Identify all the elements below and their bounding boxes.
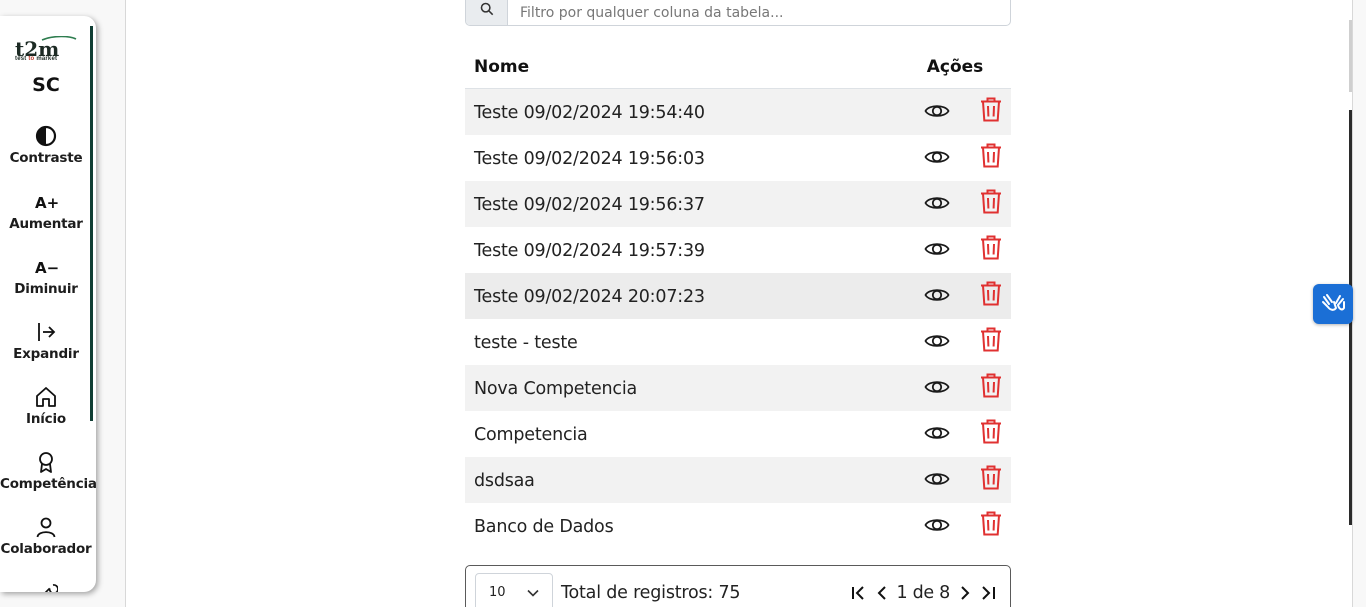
trash-icon[interactable] xyxy=(978,510,1004,537)
sign-language-button[interactable] xyxy=(1313,284,1353,324)
sidebar-item-diminuir[interactable]: A− Diminuir xyxy=(0,255,92,297)
logo-tagline: test to market xyxy=(15,56,58,62)
search-input[interactable] xyxy=(508,0,1010,25)
sidebar-item-label: Diminuir xyxy=(14,281,78,297)
sidebar-item-aumentar[interactable]: A+ Aumentar xyxy=(0,190,92,232)
chevron-down-icon xyxy=(527,589,539,597)
prev-page-icon[interactable] xyxy=(872,583,892,603)
award-icon xyxy=(39,452,53,473)
sidebar-item-inicio[interactable]: Início xyxy=(0,385,92,427)
svg-text:A−: A− xyxy=(35,259,58,277)
font-increase-icon: A+ xyxy=(35,194,58,212)
sidebar-item-label: Início xyxy=(26,411,66,427)
table-row: Teste 09/02/2024 20:07:23 xyxy=(465,273,1011,319)
trash-icon[interactable] xyxy=(978,326,1004,353)
sidebar-item-competencia[interactable]: Competência xyxy=(0,450,96,492)
user-initials: SC xyxy=(32,74,60,96)
search-icon xyxy=(480,2,493,16)
table-row: Teste 09/02/2024 19:56:37 xyxy=(465,181,1011,227)
view-icon[interactable] xyxy=(924,466,950,492)
view-icon[interactable] xyxy=(924,144,950,170)
view-icon[interactable] xyxy=(924,190,950,216)
view-icon[interactable] xyxy=(924,98,950,124)
table-row: Competencia xyxy=(465,411,1011,457)
scrollbar-track xyxy=(1349,20,1352,92)
trash-icon[interactable] xyxy=(978,280,1004,307)
sidebar-item-colaborador[interactable]: Colaborador xyxy=(0,515,92,557)
search-button[interactable] xyxy=(466,0,508,25)
sidebar-item-label: Aumentar xyxy=(9,216,83,232)
view-icon[interactable] xyxy=(924,282,950,308)
table-row: Teste 09/02/2024 19:57:39 xyxy=(465,227,1011,273)
expand-icon xyxy=(38,323,56,341)
hands-icon xyxy=(1322,294,1345,311)
sidebar-item-label: Contraste xyxy=(9,150,83,166)
table-filter xyxy=(465,0,1011,26)
competency-table: Nome Ações Teste 09/02/2024 19:54:40 Tes… xyxy=(465,46,1011,549)
view-icon[interactable] xyxy=(924,374,950,400)
page-navigation: 1 de 8 xyxy=(849,583,998,603)
sidebar-item-label: Expandir xyxy=(13,346,79,362)
trash-icon[interactable] xyxy=(978,464,1004,491)
view-icon[interactable] xyxy=(924,236,950,262)
home-icon xyxy=(36,387,56,407)
trash-icon[interactable] xyxy=(978,96,1004,123)
trash-icon[interactable] xyxy=(978,418,1004,445)
table-header: Nome Ações xyxy=(465,46,1011,89)
next-page-icon[interactable] xyxy=(955,583,975,603)
table-body: Teste 09/02/2024 19:54:40 Teste 09/02/20… xyxy=(465,89,1011,549)
tool-icon[interactable] xyxy=(38,580,58,592)
sidebar: t2m test to market SC Contraste A+ Aumen… xyxy=(0,16,96,592)
table-row: teste - teste xyxy=(465,319,1011,365)
sidebar-item-expandir[interactable]: Expandir xyxy=(0,320,92,362)
font-decrease-icon: A− xyxy=(35,259,58,277)
column-header-nome: Nome xyxy=(474,57,530,77)
trash-icon[interactable] xyxy=(978,142,1004,169)
trash-icon[interactable] xyxy=(978,372,1004,399)
user-icon xyxy=(36,517,56,538)
pagination: 10 Total de registros: 75 1 de 8 xyxy=(465,565,1011,607)
view-icon[interactable] xyxy=(924,512,950,538)
view-icon[interactable] xyxy=(924,420,950,446)
contrast-icon xyxy=(35,125,57,147)
first-page-icon[interactable] xyxy=(849,583,869,603)
table-row: Teste 09/02/2024 19:54:40 xyxy=(465,89,1011,135)
page-size-value: 10 xyxy=(489,584,506,600)
last-page-icon[interactable] xyxy=(978,583,998,603)
sidebar-item-contraste[interactable]: Contraste xyxy=(0,124,92,166)
table-row: dsdsaa xyxy=(465,457,1011,503)
page-size-select[interactable]: 10 xyxy=(475,573,553,607)
page-info: 1 de 8 xyxy=(896,583,951,603)
sidebar-item-label: Colaborador xyxy=(0,541,92,557)
view-icon[interactable] xyxy=(924,328,950,354)
svg-text:A+: A+ xyxy=(35,194,58,212)
total-records: Total de registros: 75 xyxy=(561,583,741,603)
trash-icon[interactable] xyxy=(978,234,1004,261)
sidebar-item-label: Competência xyxy=(0,476,96,492)
column-header-acoes: Ações xyxy=(926,57,984,77)
table-row: Teste 09/02/2024 19:56:03 xyxy=(465,135,1011,181)
table-row: Banco de Dados xyxy=(465,503,1011,549)
trash-icon[interactable] xyxy=(978,188,1004,215)
table-row: Nova Competencia xyxy=(465,365,1011,411)
